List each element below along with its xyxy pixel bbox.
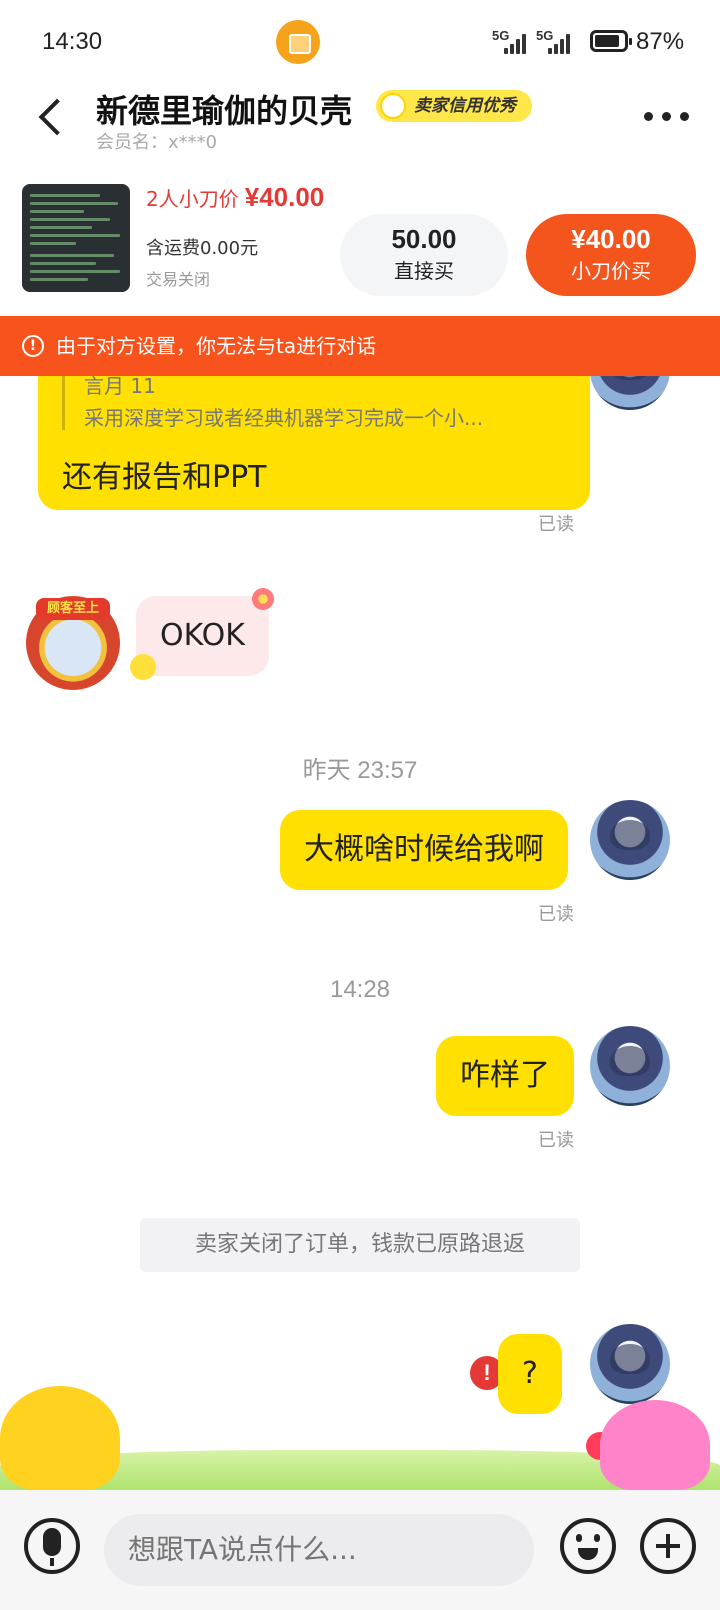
microphone-icon[interactable] [24,1518,80,1574]
octopus-mascot-icon [600,1400,710,1490]
battery-icon [590,30,632,52]
product-card: 2人小刀价 ¥40.00 含运费0.00元 交易关闭 50.00 直接买 ¥40.… [0,172,720,302]
timestamp: 14:28 [329,976,391,1003]
direct-label: 直接买 [394,259,454,283]
cut-button-price: ¥40.00 [571,224,651,254]
message-text: 还有报告和PPT [62,460,267,495]
cut-price-line: 2人小刀价 ¥40.00 [146,182,324,213]
chick-icon [130,654,156,680]
input-bar [0,1490,720,1610]
quote-text: 采用深度学习或者经典机器学习完成一个小... [84,406,484,430]
trade-status: 交易关闭 [146,270,211,289]
my-avatar[interactable] [590,800,670,880]
warning-text: 由于对方设置，你无法与ta进行对话 [56,334,377,358]
read-receipt: 已读 [538,904,574,925]
message-text: 大概啥时候给我啊 [304,832,544,867]
read-receipt: 已读 [538,514,574,535]
message-text: 咋样了 [460,1058,550,1093]
notification-icon [276,20,320,64]
seller-credit-badge: 卖家信用优秀 [376,90,532,122]
sun-mascot-icon [0,1386,120,1490]
timestamp: 昨天 23:57 [302,757,418,784]
flower-icon [252,588,274,610]
decorative-illustration [0,1380,720,1490]
signal-icon-2 [546,32,574,54]
avatar-badge: 顾客至上 [36,598,110,620]
buy-cut-price-button[interactable]: ¥40.00 小刀价买 [526,214,696,296]
my-message-bubble[interactable]: 大概啥时候给我啊 [280,810,568,890]
more-options-icon[interactable] [644,110,692,122]
message-input[interactable] [104,1514,534,1586]
emoji-icon[interactable] [560,1518,616,1574]
back-button[interactable] [34,96,74,140]
chat-header: 新德里瑜伽的贝壳 卖家信用优秀 会员名：x***0 [0,84,720,164]
product-thumbnail[interactable] [22,184,130,292]
seller-avatar[interactable]: 顾客至上 [26,596,120,690]
warning-icon: ! [22,335,44,357]
quote-bar [62,376,65,430]
cut-price-label: 2人小刀价 [146,187,239,211]
my-avatar[interactable] [590,1026,670,1106]
chat-title: 新德里瑜伽的贝壳 [96,92,353,130]
status-time: 14:30 [42,28,103,55]
status-bar: 14:30 5G 5G 87% [0,0,720,84]
battery-percentage: 87% [636,28,685,55]
shipping-text: 含运费0.00元 [146,238,259,259]
read-receipt: 已读 [538,1130,574,1151]
my-message-bubble[interactable]: 咋样了 [436,1036,574,1116]
mascot-icon [380,93,406,119]
seller-message-bubble[interactable]: OKOK [136,596,269,676]
member-name: 会员名：x***0 [96,132,218,153]
system-notice: 卖家关闭了订单，钱款已原路退返 [140,1218,580,1272]
badge-label: 卖家信用优秀 [414,96,516,116]
signal-icon [502,32,530,54]
buy-direct-button[interactable]: 50.00 直接买 [340,214,508,296]
plus-icon[interactable] [640,1518,696,1574]
warning-banner: ! 由于对方设置，你无法与ta进行对话 [0,316,720,376]
cut-button-label: 小刀价买 [571,259,651,283]
cut-price-value: ¥40.00 [244,182,325,212]
direct-price: 50.00 [391,224,457,254]
message-text: OKOK [160,618,245,653]
